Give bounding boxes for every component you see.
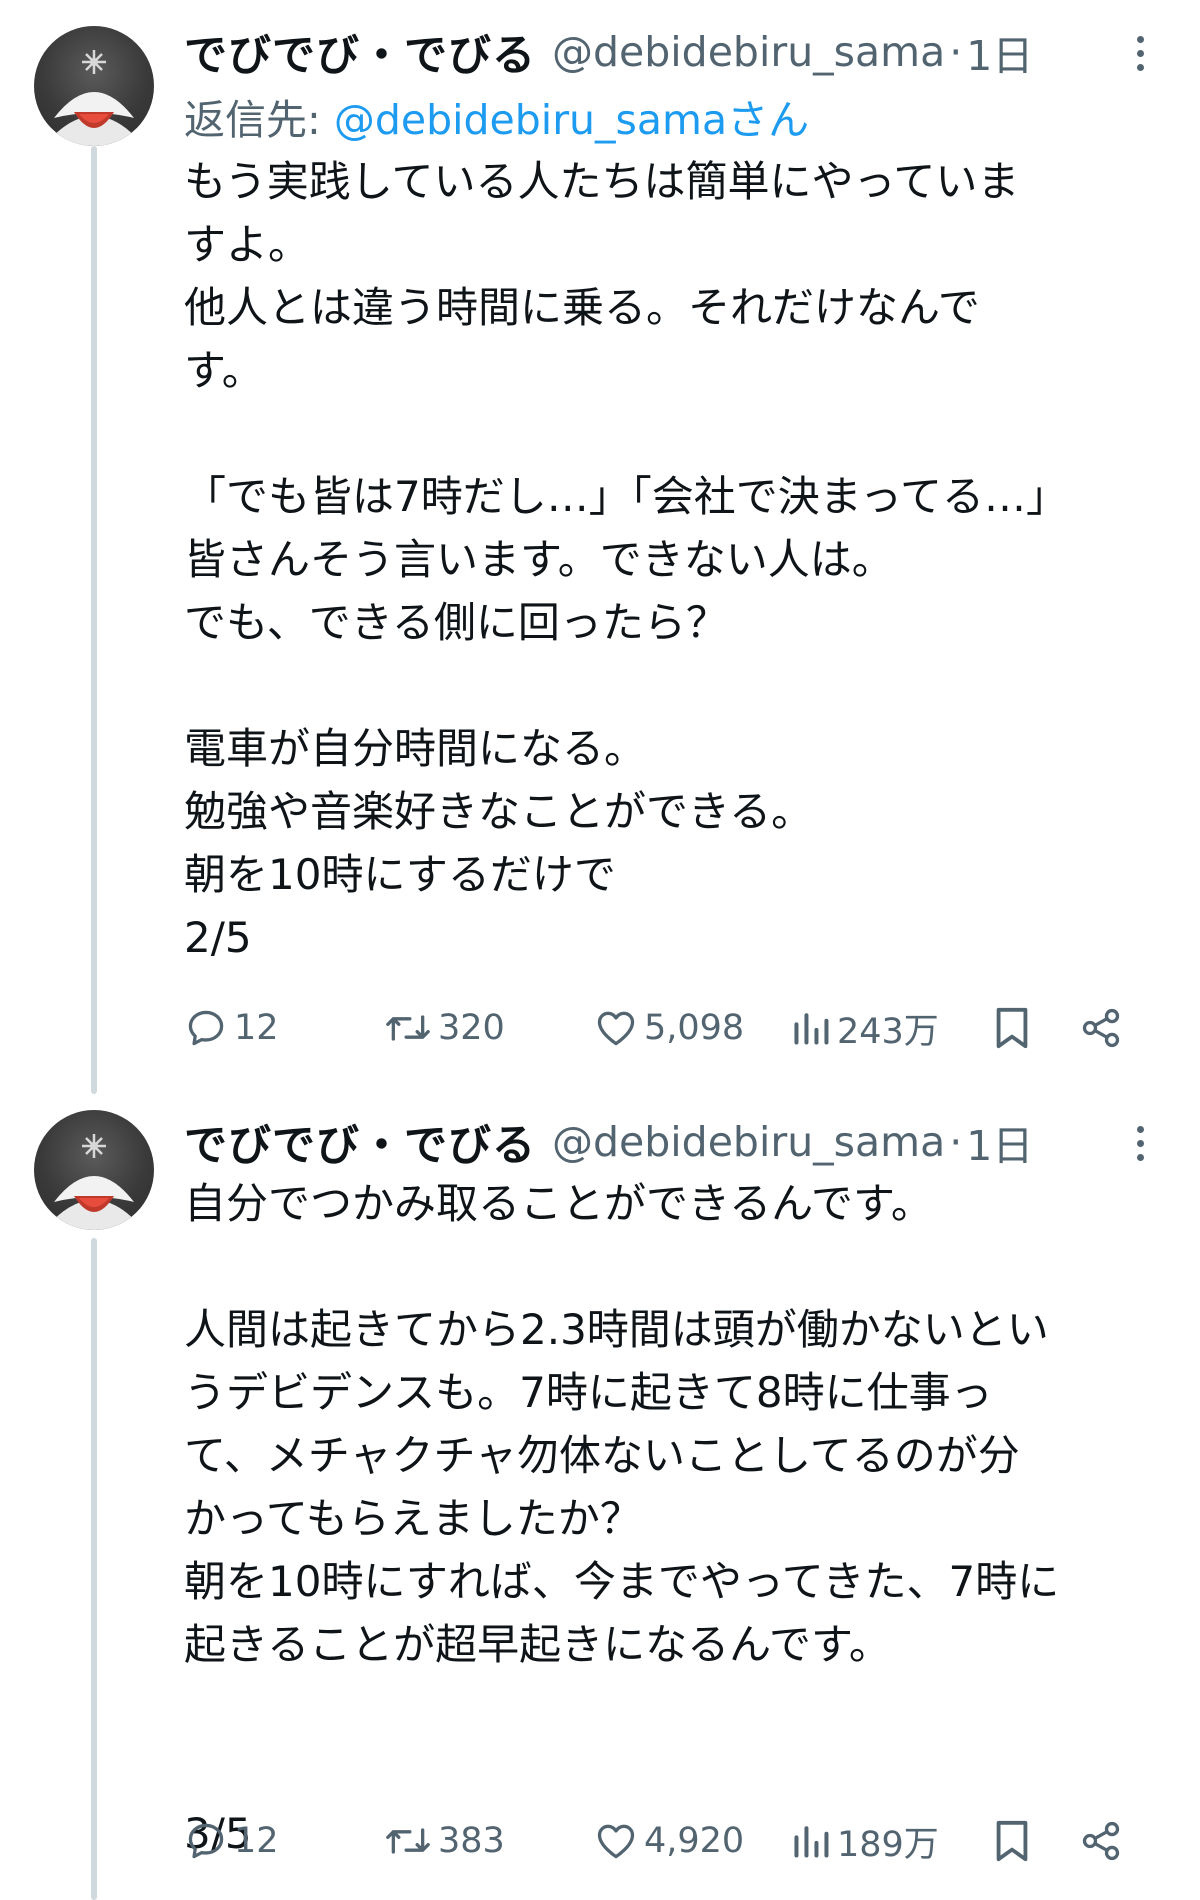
author-name[interactable]: でびでび・でびる: [184, 1111, 536, 1173]
author-name[interactable]: でびでび・でびる: [184, 21, 536, 83]
reply-icon: [188, 1823, 224, 1859]
retweet-button[interactable]: 320: [384, 998, 505, 1058]
tweet-header: でびでび・でびる @debidebiru_sama · 1日: [184, 1112, 1160, 1172]
reply-count: 12: [234, 1008, 279, 1048]
reply-to: 返信先: @debidebiru_samaさん: [184, 86, 809, 146]
retweet-count: 383: [438, 1821, 505, 1861]
tweet-text: 自分でつかみ取ることができるんです。 人間は起きてから2.3時間は頭が働かないと…: [184, 1179, 1060, 1858]
separator: ·: [949, 1118, 963, 1166]
like-count: 4,920: [644, 1821, 745, 1861]
retweet-icon: [386, 1828, 430, 1854]
heart-icon: [597, 1824, 635, 1859]
reply-icon: [188, 1010, 224, 1046]
bookmark-button[interactable]: [992, 1811, 1032, 1871]
views-icon: [794, 1013, 829, 1045]
retweet-count: 320: [438, 1008, 505, 1048]
like-count: 5,098: [644, 1008, 745, 1048]
views-icon: [794, 1826, 829, 1858]
tweet[interactable]: でびでび・でびる @debidebiru_sama · 1日 返信先: @deb…: [0, 0, 1200, 1094]
reply-mention-link[interactable]: @debidebiru_samaさん: [334, 96, 809, 144]
retweet-icon: [386, 1015, 430, 1041]
like-button[interactable]: 5,098: [594, 998, 744, 1058]
more-icon[interactable]: [1120, 1118, 1160, 1168]
bookmark-icon: [996, 1820, 1028, 1862]
author-handle[interactable]: @debidebiru_sama: [552, 1118, 945, 1166]
like-button[interactable]: 4,920: [594, 1811, 744, 1871]
separator: ·: [949, 28, 963, 76]
tweet-text: もう実践している人たちは簡単にやっていま すよ。 他人とは違う時間に乗る。それだ…: [184, 157, 1068, 962]
share-icon: [1082, 1821, 1120, 1861]
bookmark-button[interactable]: [992, 998, 1032, 1058]
reply-button[interactable]: 12: [184, 1811, 279, 1871]
share-button[interactable]: [1079, 1811, 1123, 1871]
timestamp[interactable]: 1日: [966, 1112, 1033, 1172]
reply-prefix: 返信先:: [184, 96, 334, 144]
thread-connector-line: [91, 1238, 97, 1900]
timestamp[interactable]: 1日: [966, 22, 1033, 82]
bookmark-icon: [996, 1007, 1028, 1049]
author-handle[interactable]: @debidebiru_sama: [552, 28, 945, 76]
tweet-header: でびでび・でびる @debidebiru_sama · 1日: [184, 22, 1160, 82]
tweet[interactable]: でびでび・でびる @debidebiru_sama · 1日 自分でつかみ取るこ…: [0, 1090, 1200, 1900]
share-button[interactable]: [1079, 998, 1123, 1058]
retweet-button[interactable]: 383: [384, 1811, 505, 1871]
views-button[interactable]: 189万: [791, 1811, 939, 1871]
avatar[interactable]: [34, 26, 154, 146]
reply-count: 12: [234, 1821, 279, 1861]
reply-button[interactable]: 12: [184, 998, 279, 1058]
share-icon: [1082, 1008, 1120, 1048]
thread-connector-line: [91, 146, 97, 1094]
views-button[interactable]: 243万: [791, 998, 939, 1058]
view-count: 243万: [837, 1011, 939, 1052]
action-bar: 12 320 5,098 243万: [184, 998, 1164, 1058]
heart-icon: [597, 1011, 635, 1046]
action-bar: 12 383 4,920 189万: [184, 1811, 1164, 1871]
more-icon[interactable]: [1120, 28, 1160, 78]
avatar[interactable]: [34, 1110, 154, 1230]
view-count: 189万: [837, 1824, 939, 1865]
